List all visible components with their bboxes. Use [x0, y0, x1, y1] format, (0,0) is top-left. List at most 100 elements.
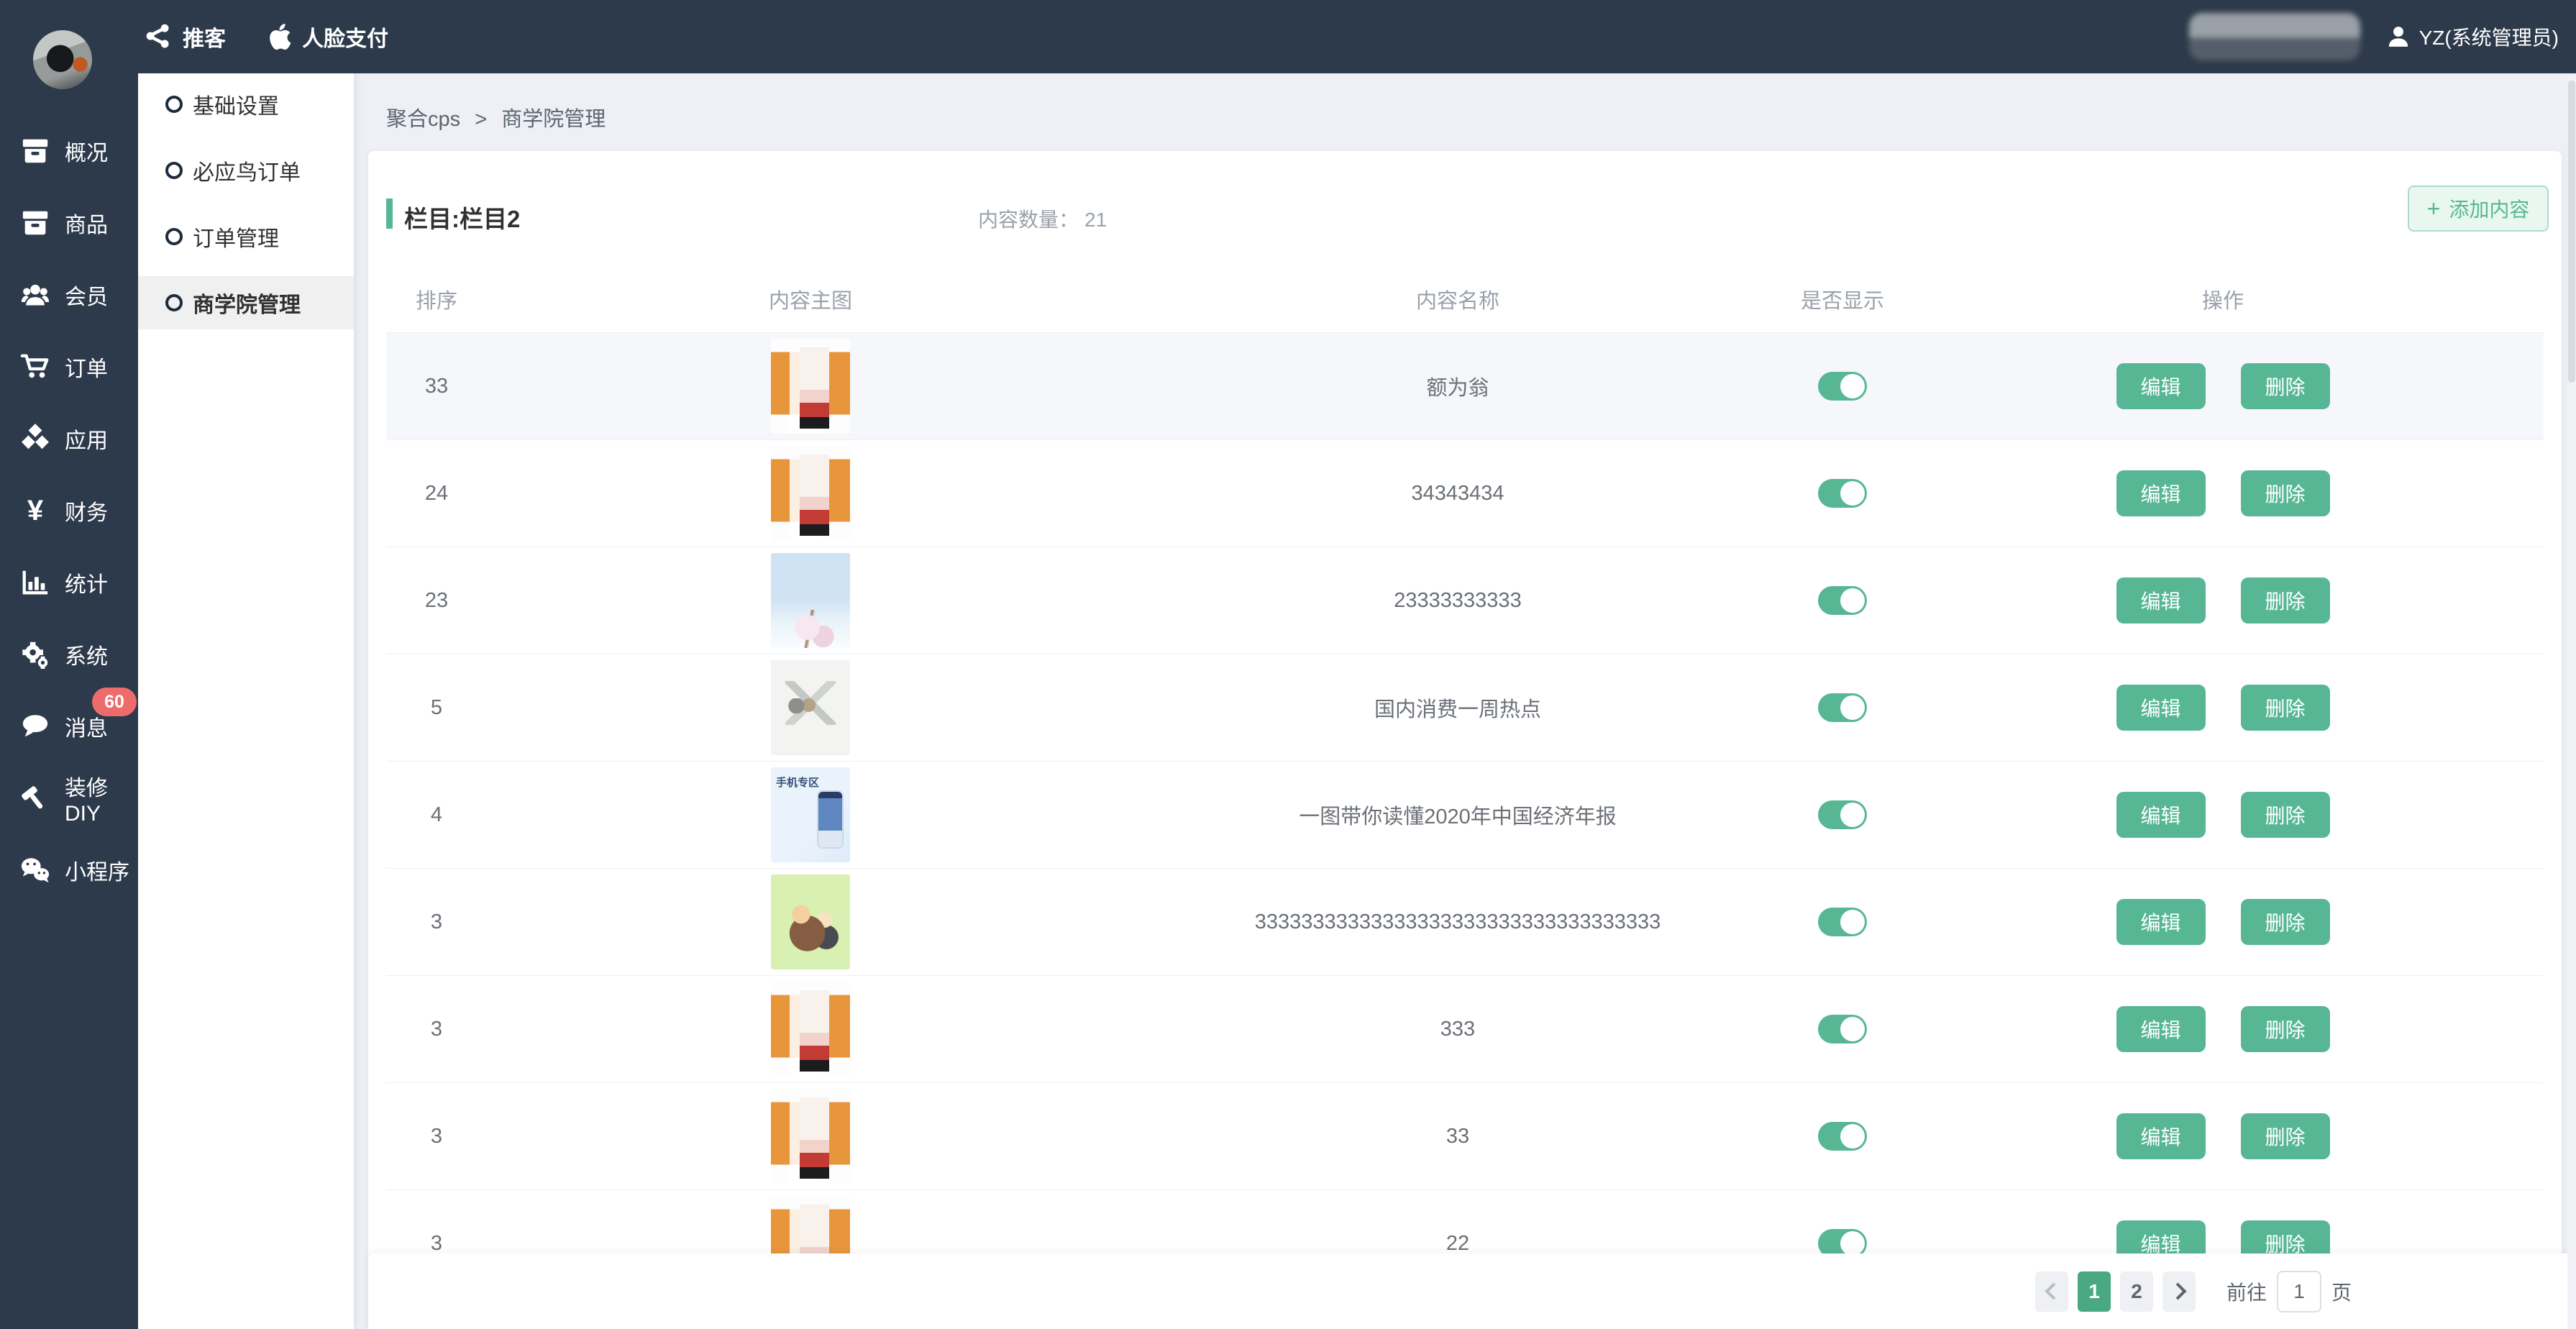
sidebar-item-apps[interactable]: 应用 [0, 403, 138, 475]
next-page-button[interactable] [2162, 1271, 2196, 1312]
content-thumbnail [771, 660, 850, 755]
user-icon [2386, 24, 2411, 49]
pagination-bar: 1 2 前往 页 [368, 1253, 2576, 1329]
apple-icon [266, 22, 292, 52]
sidebar-item-system[interactable]: 系统 [0, 618, 138, 690]
submenu-item-label: 必应鸟订单 [193, 155, 301, 186]
delete-button[interactable]: 删除 [2241, 577, 2330, 624]
edit-button[interactable]: 编辑 [2116, 577, 2206, 624]
sort-value: 33 [386, 375, 487, 398]
cubes-icon [19, 423, 52, 455]
archive-box-icon [19, 135, 52, 167]
submenu-item-order-management[interactable]: 订单管理 [138, 210, 354, 263]
sidebar-item-label: 会员 [65, 279, 108, 311]
edit-button[interactable]: 编辑 [2116, 792, 2206, 838]
delete-button[interactable]: 删除 [2241, 1113, 2330, 1159]
page-button-2[interactable]: 2 [2120, 1271, 2153, 1312]
edit-button[interactable]: 编辑 [2116, 470, 2206, 516]
sidebar-item-goods[interactable]: 商品 [0, 187, 138, 259]
content-thumbnail [771, 982, 850, 1077]
submenu-item-label: 商学院管理 [193, 287, 301, 319]
content-name: 33 [1134, 1125, 1781, 1148]
edit-button[interactable]: 编辑 [2116, 1113, 2206, 1159]
user-menu[interactable]: YZ(系统管理员) [2386, 22, 2559, 51]
topbar-item-face-pay[interactable]: 人脸支付 [266, 21, 388, 52]
submenu: 基础设置 必应鸟订单 订单管理 商学院管理 [138, 73, 354, 1329]
sort-value: 3 [386, 1125, 487, 1148]
sidebar-item-label: 小程序 [65, 854, 129, 886]
sidebar-item-label: 订单 [65, 351, 108, 383]
visibility-toggle[interactable] [1818, 800, 1867, 829]
content-name: 23333333333 [1134, 589, 1781, 613]
messages-badge: 60 [92, 688, 137, 716]
delete-button[interactable]: 删除 [2241, 792, 2330, 838]
prev-page-button[interactable] [2035, 1271, 2068, 1312]
content-thumbnail [771, 553, 850, 648]
delete-button[interactable]: 删除 [2241, 470, 2330, 516]
sort-value: 4 [386, 803, 487, 827]
topbar-item-label: 人脸支付 [302, 21, 388, 52]
plus-icon: + [2427, 197, 2441, 220]
share-icon [144, 22, 173, 51]
col-header-sort: 排序 [386, 284, 487, 314]
table-row: 33 额为翁 编辑 删除 [386, 332, 2544, 439]
add-content-label: 添加内容 [2449, 194, 2529, 223]
sort-value: 3 [386, 1232, 487, 1256]
delete-button[interactable]: 删除 [2241, 1006, 2330, 1052]
wechat-icon [19, 854, 52, 886]
add-content-button[interactable]: + 添加内容 [2408, 186, 2549, 232]
sidebar-item-members[interactable]: 会员 [0, 259, 138, 331]
submenu-item-label: 基础设置 [193, 88, 279, 120]
sort-value: 3 [386, 910, 487, 934]
submenu-item-basic-settings[interactable]: 基础设置 [138, 78, 354, 131]
delete-button[interactable]: 删除 [2241, 363, 2330, 409]
topbar-right: YZ(系统管理员) [2189, 0, 2559, 73]
sidebar-item-decorate-diy[interactable]: 装修DIY [0, 762, 138, 834]
edit-button[interactable]: 编辑 [2116, 899, 2206, 945]
sidebar-item-overview[interactable]: 概况 [0, 115, 138, 187]
topbar-menu: 推客 人脸支付 [144, 0, 388, 73]
delete-button[interactable]: 删除 [2241, 685, 2330, 731]
table-row: 3 33333333333333333333333333333333333 编辑… [386, 868, 2544, 975]
visibility-toggle[interactable] [1818, 372, 1867, 401]
visibility-toggle[interactable] [1818, 693, 1867, 722]
visibility-toggle[interactable] [1818, 1015, 1867, 1043]
submenu-item-biyingniao-orders[interactable]: 必应鸟订单 [138, 144, 354, 197]
sidebar-item-orders[interactable]: 订单 [0, 331, 138, 403]
redacted-text [2189, 13, 2360, 60]
edit-button[interactable]: 编辑 [2116, 685, 2206, 731]
sort-value: 23 [386, 589, 487, 613]
content-count-label: 内容数量： [978, 209, 1079, 231]
content-name: 333 [1134, 1018, 1781, 1041]
breadcrumb: 聚合cps > 商学院管理 [386, 102, 606, 132]
visibility-toggle[interactable] [1818, 1122, 1867, 1151]
breadcrumb-separator: > [475, 108, 487, 131]
breadcrumb-root[interactable]: 聚合cps [386, 108, 460, 131]
bar-chart-icon [19, 567, 52, 598]
sidebar-item-mini-program[interactable]: 小程序 [0, 834, 138, 906]
goto-page-input[interactable] [2277, 1271, 2321, 1312]
topbar-item-tuike[interactable]: 推客 [144, 21, 226, 52]
visibility-toggle[interactable] [1818, 908, 1867, 936]
page-button-1[interactable]: 1 [2078, 1271, 2111, 1312]
edit-button[interactable]: 编辑 [2116, 1006, 2206, 1052]
visibility-toggle[interactable] [1818, 479, 1867, 508]
submenu-item-business-school[interactable]: 商学院管理 [138, 276, 354, 329]
content-name: 国内消费一周热点 [1134, 693, 1781, 723]
avatar[interactable] [33, 30, 92, 89]
content-name: 34343434 [1134, 482, 1781, 506]
table-row: 4 手机专区 一图带你读懂2020年中国经济年报 编辑 删除 [386, 761, 2544, 868]
chat-icon [19, 711, 52, 742]
sidebar-item-stats[interactable]: 统计 [0, 547, 138, 618]
breadcrumb-current: 商学院管理 [501, 108, 606, 131]
visibility-toggle[interactable] [1818, 586, 1867, 615]
yen-icon: ¥ [19, 495, 52, 526]
scrollbar-thumb[interactable] [2568, 81, 2575, 383]
sidebar-item-finance[interactable]: ¥ 财务 [0, 475, 138, 547]
cart-icon [19, 351, 52, 383]
edit-button[interactable]: 编辑 [2116, 363, 2206, 409]
page-unit-label: 页 [2331, 1277, 2352, 1306]
delete-button[interactable]: 删除 [2241, 899, 2330, 945]
page-scrollbar[interactable] [2567, 73, 2576, 1329]
sidebar-item-label: 系统 [65, 639, 108, 670]
